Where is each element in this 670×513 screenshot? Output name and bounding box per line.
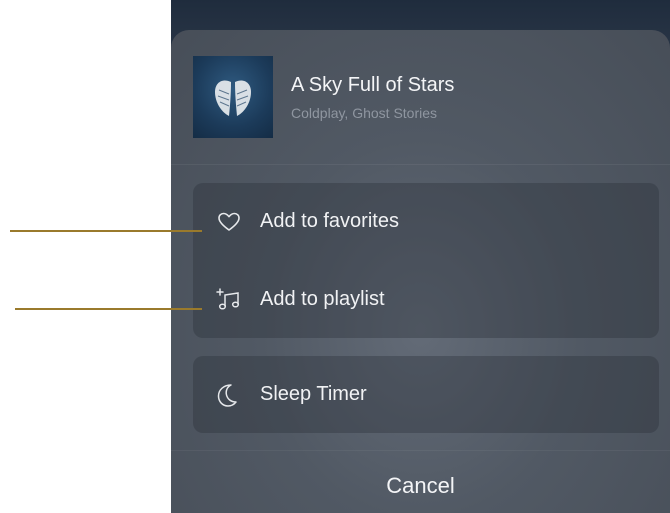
sleep-timer-button[interactable]: Sleep Timer bbox=[193, 364, 659, 424]
now-playing-header: A Sky Full of Stars Coldplay, Ghost Stor… bbox=[171, 30, 670, 165]
sleep-timer-label: Sleep Timer bbox=[260, 383, 367, 405]
album-wings-icon bbox=[215, 80, 251, 116]
action-sheet: A Sky Full of Stars Coldplay, Ghost Stor… bbox=[171, 30, 670, 513]
callout-line-favorites bbox=[10, 230, 202, 232]
cancel-area: Cancel bbox=[171, 450, 670, 513]
sleep-group: Sleep Timer bbox=[193, 356, 659, 433]
actions-group: Add to favorites Add to playlist bbox=[193, 183, 659, 338]
add-to-favorites-label: Add to favorites bbox=[260, 210, 399, 232]
song-artist-album: Coldplay, Ghost Stories bbox=[291, 105, 438, 121]
song-title: A Sky Full of Stars bbox=[291, 74, 455, 96]
screen: A Sky Full of Stars Coldplay, Ghost Stor… bbox=[0, 0, 670, 513]
callout-line-playlist bbox=[15, 308, 202, 310]
add-to-playlist-icon bbox=[216, 287, 242, 313]
album-art bbox=[193, 56, 273, 138]
add-to-playlist-label: Add to playlist bbox=[260, 288, 385, 310]
add-to-favorites-button[interactable]: Add to favorites bbox=[193, 191, 659, 251]
cancel-button[interactable]: Cancel bbox=[171, 473, 670, 499]
heart-icon bbox=[216, 209, 242, 235]
moon-icon bbox=[216, 382, 242, 408]
add-to-playlist-button[interactable]: Add to playlist bbox=[193, 269, 659, 329]
